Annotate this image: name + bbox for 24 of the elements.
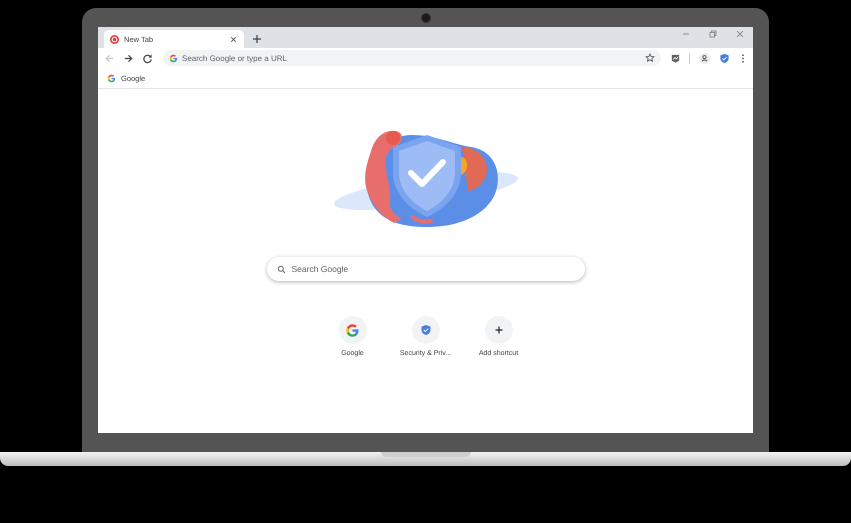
tab-favicon-icon — [110, 34, 119, 44]
extension-icon[interactable] — [670, 52, 681, 64]
shortcut-tile[interactable] — [484, 316, 512, 344]
search-field[interactable]: Search Google — [266, 257, 584, 281]
new-tab-icon[interactable] — [252, 34, 262, 44]
shortcut-tile[interactable] — [412, 316, 440, 344]
star-icon[interactable] — [645, 53, 655, 63]
profile-icon[interactable] — [699, 52, 710, 64]
address-bar[interactable]: Search Google or type a URL — [163, 50, 661, 66]
google-icon — [107, 74, 116, 82]
restore-icon[interactable] — [708, 29, 718, 39]
shortcut-tile[interactable] — [338, 316, 366, 344]
google-icon — [345, 322, 360, 338]
reload-icon[interactable] — [142, 52, 153, 64]
menu-icon[interactable] — [741, 52, 745, 64]
camera-icon — [421, 13, 431, 23]
plus-icon — [492, 324, 504, 336]
forward-icon[interactable] — [123, 52, 134, 64]
shield-icon[interactable] — [719, 52, 730, 64]
close-icon[interactable] — [229, 34, 238, 44]
close-icon[interactable] — [735, 29, 745, 39]
search-icon — [276, 264, 286, 274]
shield-icon — [420, 324, 432, 336]
google-icon — [169, 54, 178, 62]
